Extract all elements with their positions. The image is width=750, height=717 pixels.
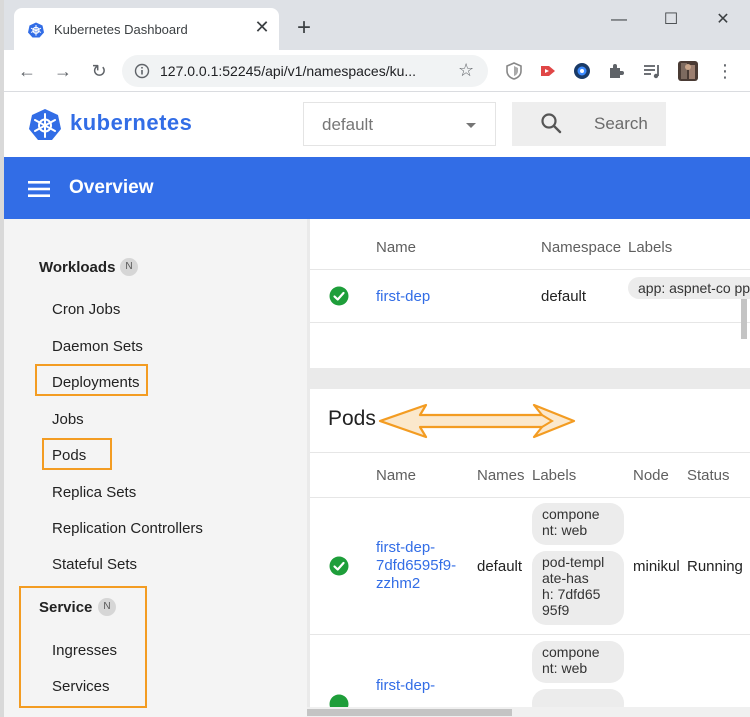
- search-placeholder: Search: [594, 114, 648, 133]
- sidebar-item-cron-jobs[interactable]: Cron Jobs: [52, 301, 120, 318]
- highlight-box-deployments: [35, 364, 148, 396]
- label-chip: pod-templ ate-has h: 7dfd65 95f9: [532, 551, 624, 625]
- shield-extension-icon[interactable]: [504, 61, 524, 81]
- deployments-card: Name Namespace Labels first-dep default …: [310, 219, 750, 368]
- pod-link[interactable]: 7dfd6595f9-: [376, 557, 456, 575]
- browser-window: Kubernetes Dashboard ✕ + — ☐ ✕ ← → ↻ 127…: [0, 0, 750, 717]
- browser-tab[interactable]: Kubernetes Dashboard ✕: [14, 8, 279, 50]
- kubernetes-favicon-icon: [28, 22, 44, 38]
- forward-icon[interactable]: →: [52, 60, 74, 82]
- pod-node: minikul: [633, 558, 680, 575]
- address-bar[interactable]: 127.0.0.1:52245/api/v1/namespaces/ku... …: [122, 55, 488, 87]
- maximize-icon[interactable]: ☐: [656, 8, 686, 32]
- deployment-namespace: default: [541, 288, 587, 305]
- label-chip-text: compone: [542, 644, 600, 660]
- label-chip: app: aspnet-co pp: [628, 277, 750, 299]
- divider: [310, 452, 750, 453]
- label-chip-text: h: 7dfd65: [542, 586, 601, 602]
- column-header-name[interactable]: Name: [376, 239, 416, 256]
- label-chip-text: pod-templ: [542, 554, 605, 570]
- minimize-icon[interactable]: —: [604, 8, 634, 32]
- extensions-puzzle-icon[interactable]: [606, 61, 626, 81]
- tab-title: Kubernetes Dashboard: [54, 22, 188, 37]
- url-text: 127.0.0.1:52245/api/v1/namespaces/ku...: [160, 63, 417, 79]
- divider: [310, 497, 750, 498]
- pod-namespace: default: [477, 558, 523, 575]
- label-chip: compone nt: web: [532, 503, 624, 545]
- new-tab-icon[interactable]: +: [292, 16, 316, 40]
- kubernetes-logo-icon[interactable]: [28, 108, 62, 142]
- caret-down-icon: [466, 123, 476, 128]
- column-header-labels: Labels: [628, 239, 673, 256]
- namespace-value: default: [322, 115, 374, 134]
- bookmark-star-icon[interactable]: ☆: [458, 60, 474, 81]
- search-input[interactable]: Search: [512, 102, 666, 146]
- highlight-box-pods: [42, 438, 112, 470]
- sidebar-section-workloads[interactable]: Workloads: [39, 259, 115, 276]
- tab-bar: Kubernetes Dashboard ✕ + — ☐ ✕: [4, 0, 750, 50]
- check-circle-icon: [329, 556, 349, 576]
- sidebar-nav: Workloads N Cron Jobs Daemon Sets Deploy…: [4, 219, 307, 717]
- hamburger-menu-icon[interactable]: [28, 181, 50, 197]
- browser-toolbar: ← → ↻ 127.0.0.1:52245/api/v1/namespaces/…: [4, 50, 750, 92]
- label-chip-text: 95f9: [542, 602, 570, 618]
- column-header-namespace[interactable]: Namespace: [541, 239, 621, 256]
- divider: [310, 322, 750, 323]
- app-header: kubernetes default Search: [4, 92, 750, 157]
- close-window-icon[interactable]: ✕: [708, 8, 738, 32]
- column-header-node[interactable]: Node: [633, 467, 669, 484]
- label-chip-text: ate-has: [542, 570, 589, 586]
- namespace-select[interactable]: default: [303, 102, 496, 146]
- label-chip-text: nt: web: [542, 522, 588, 538]
- deployment-link[interactable]: first-dep: [376, 288, 430, 306]
- info-icon[interactable]: [134, 63, 150, 79]
- new-badge: N: [120, 258, 138, 276]
- pod-link[interactable]: first-dep-: [376, 677, 435, 695]
- sidebar-item-replication-controllers[interactable]: Replication Controllers: [52, 520, 203, 537]
- column-header-status[interactable]: Status: [687, 467, 730, 484]
- sidebar-item-replica-sets[interactable]: Replica Sets: [52, 484, 136, 501]
- pods-card-title: Pods: [328, 407, 376, 430]
- highlight-box-service: [19, 586, 147, 708]
- page-title: Overview: [69, 177, 154, 198]
- label-chip: compone nt: web: [532, 641, 624, 683]
- divider: [310, 269, 750, 270]
- brand-name[interactable]: kubernetes: [70, 110, 192, 136]
- profile-avatar[interactable]: [678, 61, 698, 81]
- pod-link[interactable]: first-dep-: [376, 539, 435, 557]
- more-menu-icon[interactable]: ⋮: [714, 60, 736, 82]
- check-circle-icon: [329, 286, 349, 306]
- vertical-scrollbar-thumb[interactable]: [741, 299, 747, 339]
- media-queue-icon[interactable]: [642, 61, 662, 81]
- main-content: Name Namespace Labels first-dep default …: [307, 219, 750, 717]
- column-header-name[interactable]: Name: [376, 467, 416, 484]
- tab-close-icon[interactable]: ✕: [252, 17, 272, 37]
- search-icon: [541, 113, 562, 134]
- sidebar-item-jobs[interactable]: Jobs: [52, 411, 84, 428]
- label-chip-text: compone: [542, 506, 600, 522]
- column-header-namespace[interactable]: Names: [477, 467, 525, 484]
- sidebar-item-daemon-sets[interactable]: Daemon Sets: [52, 338, 143, 355]
- reload-icon[interactable]: ↻: [88, 60, 110, 82]
- pod-link[interactable]: zzhm2: [376, 575, 420, 593]
- label-chip-text: nt: web: [542, 660, 588, 676]
- sidebar-item-stateful-sets[interactable]: Stateful Sets: [52, 556, 137, 573]
- pod-status: Running: [687, 558, 743, 575]
- column-header-labels: Labels: [532, 467, 577, 484]
- top-app-bar: Overview: [4, 157, 750, 219]
- divider: [310, 634, 750, 635]
- horizontal-scrollbar-thumb[interactable]: [307, 709, 512, 716]
- blue-extension-icon[interactable]: [572, 61, 592, 81]
- pods-card: Pods Name Names Labels Node Status first…: [310, 389, 750, 717]
- back-icon[interactable]: ←: [16, 60, 38, 82]
- annotation-arrow: [378, 403, 576, 439]
- media-extension-icon[interactable]: [538, 61, 558, 81]
